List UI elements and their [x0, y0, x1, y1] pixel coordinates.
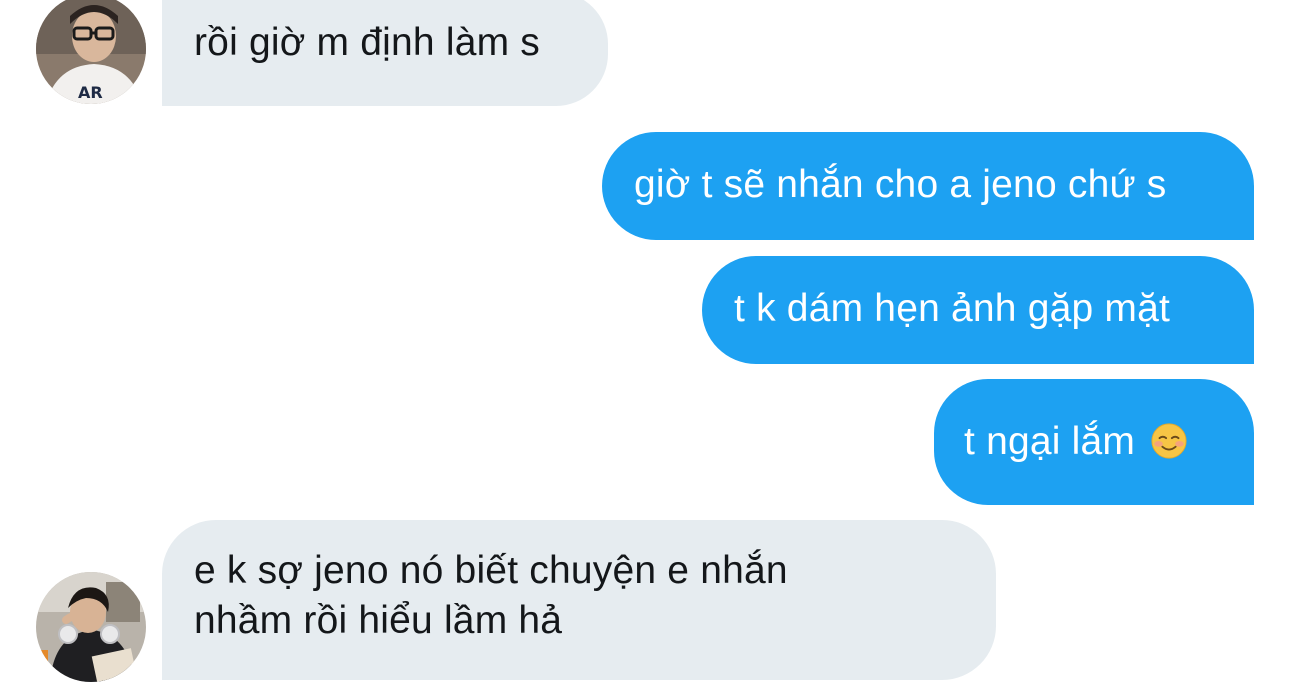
- avatar-photo: [36, 572, 146, 682]
- outgoing-message-bubble[interactable]: t ngại lắm: [934, 379, 1254, 505]
- message-text: giờ t sẽ nhắn cho a jeno chứ s: [634, 163, 1167, 206]
- message-text: t ngại lắm: [964, 420, 1147, 463]
- outgoing-message-bubble[interactable]: t k dám hẹn ảnh gặp mặt: [702, 256, 1254, 364]
- message-text-line-1: e k sợ jeno nó biết chuyện e nhắn: [194, 549, 788, 592]
- message-text-line-2: nhầm rồi hiểu lầm hả: [194, 599, 563, 642]
- outgoing-message-bubble[interactable]: giờ t sẽ nhắn cho a jeno chứ s: [602, 132, 1254, 240]
- message-text: t k dám hẹn ảnh gặp mặt: [734, 287, 1171, 330]
- message-text: rồi giờ m định làm s: [194, 21, 541, 64]
- smiling-face-icon: [1151, 423, 1187, 459]
- incoming-message-bubble[interactable]: e k sợ jeno nó biết chuyện e nhắn nhầm r…: [162, 520, 996, 680]
- sender-avatar[interactable]: [36, 572, 146, 682]
- sender-avatar[interactable]: AR: [36, 0, 146, 104]
- svg-text:AR: AR: [78, 83, 103, 102]
- incoming-message-bubble[interactable]: rồi giờ m định làm s: [162, 0, 608, 106]
- avatar-photo: AR: [36, 0, 146, 104]
